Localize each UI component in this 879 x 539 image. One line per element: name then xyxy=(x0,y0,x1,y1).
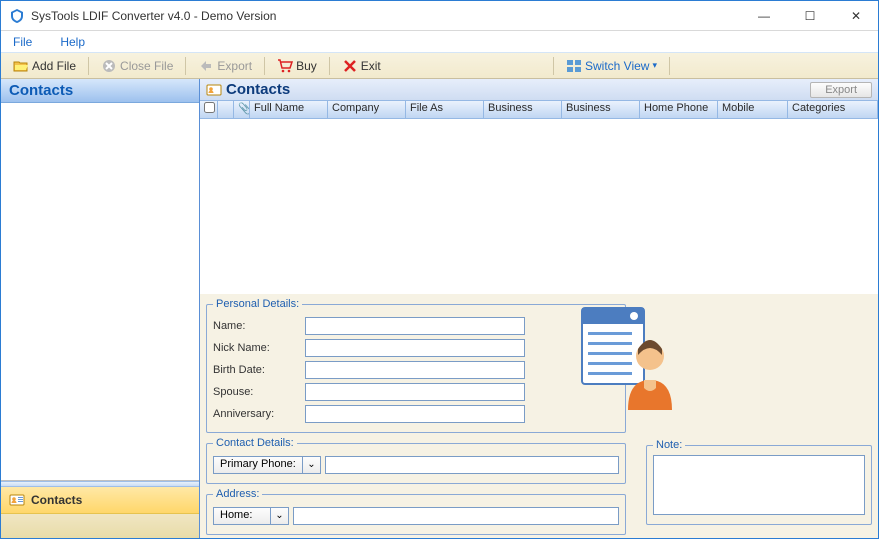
nav-contacts-button[interactable]: Contacts xyxy=(1,487,199,514)
col-attach[interactable]: 📎 xyxy=(234,101,250,118)
details-area: Personal Details: Name: Nick Name: Birth… xyxy=(200,294,878,538)
anniversary-label: Anniversary: xyxy=(213,408,305,420)
maximize-button[interactable]: ☐ xyxy=(796,9,824,23)
name-label: Name: xyxy=(213,320,305,332)
spouse-label: Spouse: xyxy=(213,386,305,398)
folder-open-icon xyxy=(13,58,29,74)
chevron-down-icon[interactable]: ⌄ xyxy=(271,507,289,525)
buy-button[interactable]: Buy xyxy=(271,56,323,76)
menu-file[interactable]: File xyxy=(13,35,32,49)
export-grid-button[interactable]: Export xyxy=(810,82,872,98)
export-button[interactable]: Export xyxy=(192,56,258,76)
nickname-field[interactable] xyxy=(305,339,525,357)
export-icon xyxy=(198,58,214,74)
close-file-button[interactable]: Close File xyxy=(95,56,179,76)
contacts-header: Contacts Export xyxy=(200,79,878,101)
personal-details-group: Personal Details: Name: Nick Name: Birth… xyxy=(206,298,626,433)
switch-view-button[interactable]: Switch View ▾ xyxy=(560,56,663,76)
grid-body[interactable] xyxy=(200,119,878,294)
col-checkbox[interactable] xyxy=(200,101,218,118)
chevron-down-icon: ▾ xyxy=(652,60,657,71)
x-icon xyxy=(342,58,358,74)
tree-view[interactable] xyxy=(1,103,199,481)
contact-card-icon xyxy=(9,492,25,508)
contact-details-group: Contact Details: Primary Phone: ⌄ xyxy=(206,437,626,484)
name-field[interactable] xyxy=(305,317,525,335)
col-homephone[interactable]: Home Phone xyxy=(640,101,718,118)
add-file-button[interactable]: Add File xyxy=(7,56,82,76)
col-fileas[interactable]: File As xyxy=(406,101,484,118)
nav-footer xyxy=(1,514,199,538)
right-panel: Contacts Export 📎 Full Name Company File… xyxy=(200,79,878,538)
contacts-tree-header: Contacts xyxy=(1,79,199,103)
col-fullname[interactable]: Full Name xyxy=(250,101,328,118)
app-icon xyxy=(9,8,25,24)
exit-button[interactable]: Exit xyxy=(336,56,387,76)
menu-bar: File Help xyxy=(1,31,878,53)
contact-card-icon xyxy=(206,82,222,98)
close-button[interactable]: ✕ xyxy=(842,9,870,23)
primary-phone-field[interactable] xyxy=(325,456,619,474)
window-title: SysTools LDIF Converter v4.0 - Demo Vers… xyxy=(31,9,750,23)
cart-icon xyxy=(277,58,293,74)
nickname-label: Nick Name: xyxy=(213,342,305,354)
birthdate-field[interactable] xyxy=(305,361,525,379)
minimize-button[interactable]: — xyxy=(750,9,778,23)
address-field[interactable] xyxy=(293,507,619,525)
primary-phone-combo[interactable]: Primary Phone: ⌄ xyxy=(213,456,321,474)
address-group: Address: Home: ⌄ xyxy=(206,488,626,535)
anniversary-field[interactable] xyxy=(305,405,525,423)
note-group: Note: xyxy=(646,439,872,525)
birthdate-label: Birth Date: xyxy=(213,364,305,376)
col-business2[interactable]: Business xyxy=(562,101,640,118)
note-field[interactable] xyxy=(653,455,865,515)
toolbar: Add File Close File Export Buy Exit Swit… xyxy=(1,53,878,79)
chevron-down-icon[interactable]: ⌄ xyxy=(303,456,321,474)
title-bar: SysTools LDIF Converter v4.0 - Demo Vers… xyxy=(1,1,878,31)
col-icon[interactable] xyxy=(218,101,234,118)
col-business1[interactable]: Business xyxy=(484,101,562,118)
menu-help[interactable]: Help xyxy=(60,35,85,49)
col-categories[interactable]: Categories xyxy=(788,101,878,118)
spouse-field[interactable] xyxy=(305,383,525,401)
attachment-icon: 📎 xyxy=(238,103,250,115)
left-panel: Contacts Contacts xyxy=(1,79,200,538)
contact-illustration-icon xyxy=(578,304,678,412)
grid-column-headers: 📎 Full Name Company File As Business Bus… xyxy=(200,101,878,119)
switch-view-icon xyxy=(566,58,582,74)
address-type-combo[interactable]: Home: ⌄ xyxy=(213,507,289,525)
close-icon xyxy=(101,58,117,74)
col-mobile[interactable]: Mobile xyxy=(718,101,788,118)
col-company[interactable]: Company xyxy=(328,101,406,118)
